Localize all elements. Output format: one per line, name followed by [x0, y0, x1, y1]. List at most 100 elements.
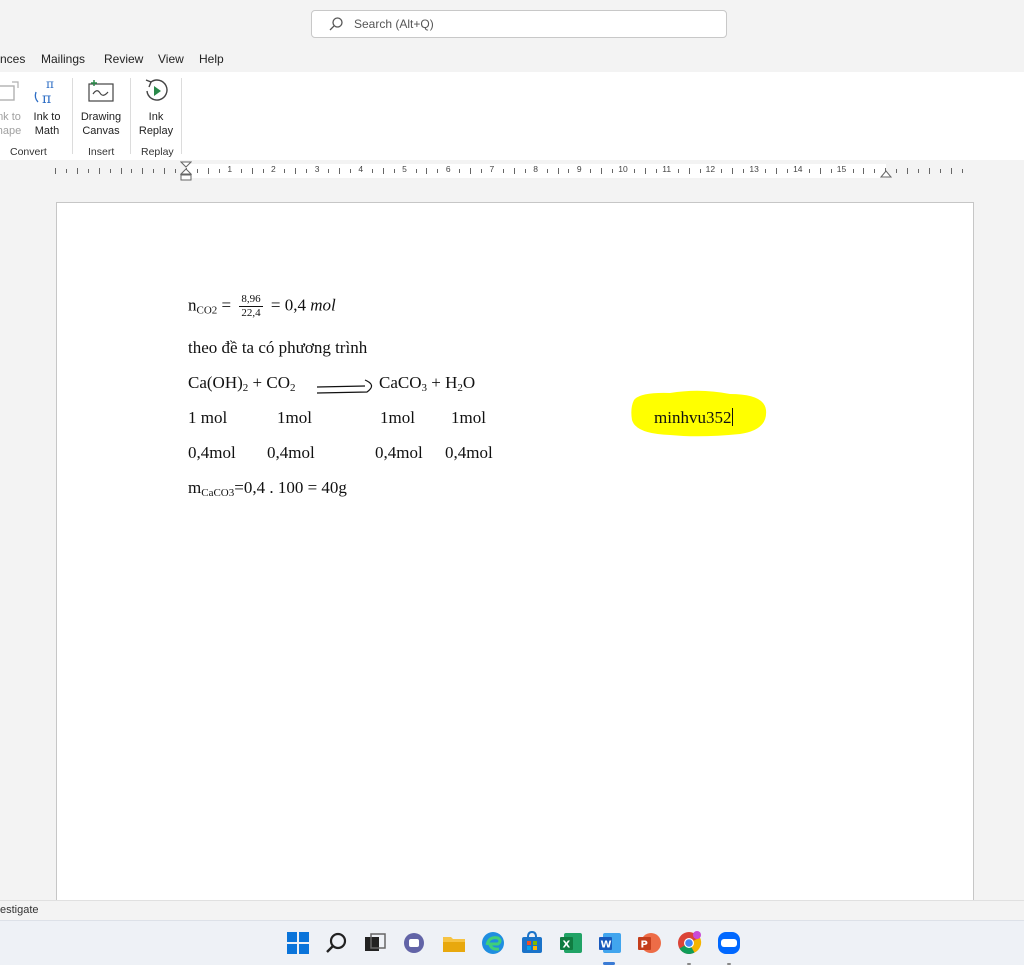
- ink-to-shape-button[interactable]: nk to hape: [0, 76, 24, 138]
- ruler-tick: [787, 169, 788, 173]
- edge-icon[interactable]: [480, 930, 506, 956]
- lhs-rest: + CO: [248, 373, 290, 392]
- indent-marker-icon[interactable]: [180, 161, 192, 181]
- tab-review[interactable]: Review: [104, 52, 143, 66]
- mol-cell[interactable]: 1mol: [451, 408, 486, 428]
- powerpoint-icon[interactable]: P: [636, 930, 662, 956]
- reaction-lhs[interactable]: Ca(OH)2 + CO2: [188, 373, 295, 394]
- user-tag-text[interactable]: minhvu352: [654, 408, 734, 428]
- svg-text:X: X: [563, 940, 571, 951]
- ink-to-shape-label-1: nk to: [0, 111, 21, 123]
- mol-amount-cell[interactable]: 0,4mol: [445, 443, 493, 463]
- ruler-number: 4: [358, 164, 364, 174]
- mol-amount-cell[interactable]: 0,4mol: [188, 443, 236, 463]
- text-line-phuong-trinh[interactable]: theo đề ta có phương trình: [188, 338, 367, 358]
- search-icon[interactable]: [324, 930, 350, 956]
- horizontal-ruler[interactable]: 1 2 3 4 5 6 7 8 9 10 11 12 13 14 15: [0, 160, 1024, 182]
- taskbar: X W P: [0, 920, 1024, 965]
- drawing-canvas-button[interactable]: Drawing Canvas: [79, 76, 123, 138]
- ribbon: nk to hape π π Ink to Math Drawing Canva…: [0, 72, 1024, 160]
- ruler-tick: [241, 169, 242, 173]
- ruler-number: 1: [227, 164, 233, 174]
- ruler-tick: [77, 168, 78, 174]
- right-indent-marker-icon[interactable]: [880, 168, 892, 178]
- equation-n-co2[interactable]: nCO2 = 8,96 22,4 = 0,4 mol: [188, 293, 336, 320]
- ruler-tick: [765, 169, 766, 173]
- tab-references[interactable]: nces: [0, 52, 25, 66]
- file-explorer-icon[interactable]: [441, 930, 467, 956]
- ruler-number: 14: [793, 164, 803, 174]
- mol-cell[interactable]: 1mol: [277, 408, 312, 428]
- ruler-tick: [164, 168, 165, 174]
- ruler-tick: [612, 169, 613, 173]
- group-label-convert: Convert: [10, 146, 47, 158]
- ruler-tick: [197, 169, 198, 173]
- ruler-tick: [121, 168, 122, 174]
- document-page[interactable]: nCO2 = 8,96 22,4 = 0,4 mol theo đề ta có…: [56, 202, 974, 922]
- ruler-tick: [831, 169, 832, 173]
- lhs-subscript-2: 2: [289, 382, 296, 394]
- fraction-numerator: 8,96: [239, 293, 263, 307]
- lhs-formula: Ca(OH): [188, 373, 243, 392]
- status-investigate[interactable]: estigate: [0, 904, 39, 916]
- teams-chat-icon[interactable]: [401, 930, 427, 956]
- store-icon[interactable]: [519, 930, 545, 956]
- ruler-tick: [263, 169, 264, 173]
- excel-icon[interactable]: X: [558, 930, 584, 956]
- ruler-number: 7: [489, 164, 495, 174]
- windows-start-icon[interactable]: [285, 930, 311, 956]
- fraction: 8,96 22,4: [239, 293, 263, 320]
- mol-cell[interactable]: 1 mol: [188, 408, 227, 428]
- ruler-number: 3: [314, 164, 320, 174]
- ruler-tick: [853, 169, 854, 173]
- ruler-number: 6: [445, 164, 451, 174]
- word-icon[interactable]: W: [597, 930, 623, 956]
- ruler-tick: [339, 168, 340, 174]
- equation-unit: mol: [310, 295, 336, 315]
- ruler-tick: [721, 169, 722, 173]
- ruler-tick: [295, 168, 296, 174]
- mol-cell[interactable]: 1mol: [380, 408, 415, 428]
- tab-help[interactable]: Help: [199, 52, 224, 66]
- m-equation-rest: =0,4 . 100 = 40g: [234, 478, 347, 497]
- ruler-tick: [678, 169, 679, 173]
- zalo-icon[interactable]: [716, 930, 742, 956]
- tab-view[interactable]: View: [158, 52, 184, 66]
- ruler-tick: [459, 169, 460, 173]
- search-box[interactable]: Search (Alt+Q): [311, 10, 727, 38]
- ruler-tick: [328, 169, 329, 173]
- ruler-tick: [306, 169, 307, 173]
- rhs-rest: + H: [427, 373, 458, 392]
- ruler-tick: [394, 169, 395, 173]
- text-caret: [732, 408, 734, 426]
- tab-mailings[interactable]: Mailings: [41, 52, 85, 66]
- equation-m-caco3[interactable]: mCaCO3=0,4 . 100 = 40g: [188, 478, 347, 499]
- mol-amount-cell[interactable]: 0,4mol: [375, 443, 423, 463]
- ruler-number: 12: [705, 164, 716, 174]
- ruler-tick: [689, 168, 690, 174]
- ruler-tick: [514, 168, 515, 174]
- ruler-tick: [940, 169, 941, 173]
- ruler-number: 5: [402, 164, 407, 174]
- ribbon-tabs: nces Mailings Review View Help: [0, 46, 1024, 72]
- equals-sign: =: [221, 295, 232, 315]
- ruler-tick: [99, 168, 100, 174]
- mol-amount-cell[interactable]: 0,4mol: [267, 443, 315, 463]
- ink-replay-button[interactable]: Ink Replay: [138, 76, 174, 138]
- reaction-rhs[interactable]: CaCO3 + H2O: [379, 373, 475, 394]
- task-view-icon[interactable]: [362, 930, 388, 956]
- ruler-tick: [383, 168, 384, 174]
- ruler-tick: [732, 168, 733, 174]
- ink-to-math-label-1: Ink to: [33, 111, 61, 123]
- ruler-tick: [634, 169, 635, 173]
- ruler-tick: [907, 168, 908, 174]
- equation-result: = 0,4: [270, 295, 306, 315]
- ruler-tick: [110, 169, 111, 173]
- ruler-tick: [372, 169, 373, 173]
- chrome-icon[interactable]: [676, 930, 702, 956]
- m-subscript: CaCO3: [201, 487, 235, 499]
- ink-to-math-button[interactable]: π π Ink to Math: [31, 76, 63, 138]
- status-bar: estigate: [0, 900, 1024, 920]
- ink-replay-label-1: Ink: [148, 111, 164, 123]
- ruler-tick: [219, 169, 220, 173]
